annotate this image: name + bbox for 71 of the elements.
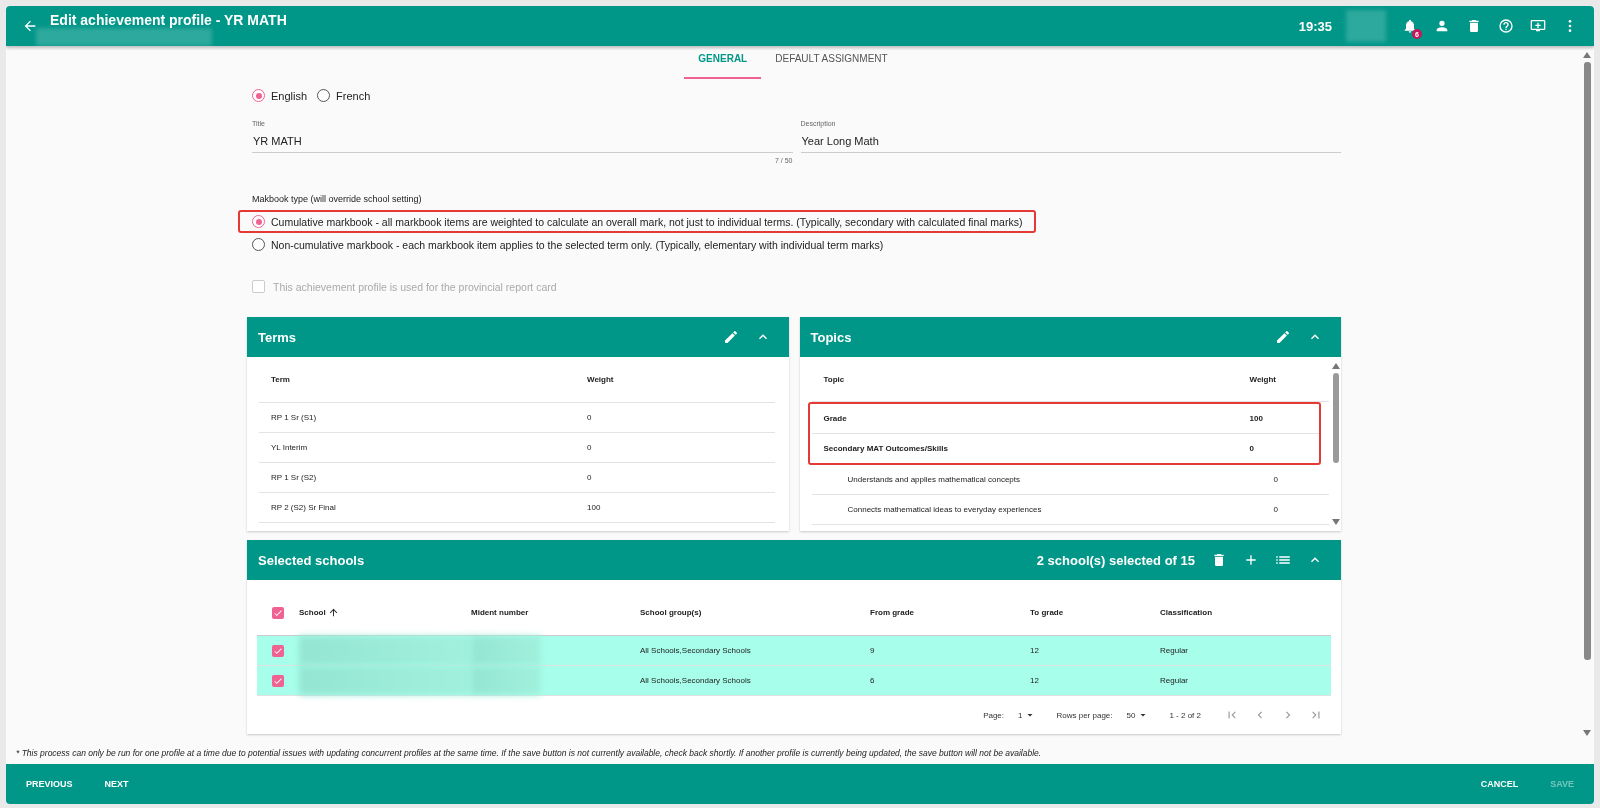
trash-icon xyxy=(1466,18,1482,34)
table-cell-text: 100 xyxy=(587,503,602,512)
table-cell-text: 12 xyxy=(1030,676,1040,685)
column-header: Weight xyxy=(1249,374,1277,384)
help-icon xyxy=(1498,18,1514,34)
row-checkbox[interactable] xyxy=(272,644,284,657)
table-cell-text: Regular xyxy=(1160,646,1189,655)
footer-button[interactable]: NEXT xyxy=(88,771,145,797)
footer-button[interactable]: CANCEL xyxy=(1464,771,1535,797)
page-label: Page: xyxy=(983,710,1005,720)
trash-icon xyxy=(1211,552,1227,568)
column-header: Term xyxy=(270,375,291,384)
table-cell-text: 100 xyxy=(1249,414,1264,423)
table-cell-text: RP 1 Sr (S2) xyxy=(270,473,318,482)
pencil-icon xyxy=(722,329,739,345)
rows-per-page-label: Rows per page: xyxy=(1056,710,1113,720)
pencil-icon xyxy=(1275,329,1291,345)
footer-button[interactable]: PREVIOUS xyxy=(10,771,89,797)
panel-title: Topics xyxy=(810,329,853,345)
column-header: Topic xyxy=(822,374,846,384)
column-header: Weight xyxy=(587,375,615,384)
back-arrow-icon xyxy=(22,18,38,34)
select-all-checkbox[interactable] xyxy=(272,606,284,619)
footnote: * This process can only be run for one profile at a time due to potential issues with updating concurrent profiles at the same time. If the save button is not currently available, check back shortly. If another profile is currently being updated, the save button will not be available. xyxy=(15,747,1043,760)
table-cell-text: Secondary MAT Outcomes/Skills xyxy=(822,444,949,453)
table-cell-text: All Schools,Secondary Schools xyxy=(640,646,752,655)
tab[interactable]: GENERAL xyxy=(684,46,762,79)
table-cell-text: 0 xyxy=(587,443,593,452)
text-field[interactable]: Year Long Math xyxy=(800,127,1341,153)
section-label: Makbook type (will override school setting) xyxy=(252,194,423,204)
table-cell-text: Grade xyxy=(822,414,848,423)
table-cell-text: 0 xyxy=(1273,505,1279,514)
column-header: From grade xyxy=(870,608,915,617)
table-cell-text: 6 xyxy=(870,676,876,685)
table-cell-text: RP 2 (S2) Sr Final xyxy=(270,503,337,512)
monitor-plus-icon xyxy=(1530,18,1546,34)
text-field[interactable]: YR MATH xyxy=(252,127,793,153)
page-select[interactable]: 1 xyxy=(1010,709,1051,721)
window-title: Edit achievement profile - YR MATH xyxy=(50,12,287,28)
column-header: School xyxy=(299,608,326,617)
table-cell-text: RP 1 Sr (S1) xyxy=(270,413,318,422)
plus-icon xyxy=(1243,552,1259,568)
redacted-area xyxy=(1346,10,1386,42)
table-cell-text: 0 xyxy=(587,413,593,422)
table-cell-text: All Schools,Secondary Schools xyxy=(640,676,752,685)
column-header: Mident number xyxy=(471,608,530,617)
row-checkbox[interactable] xyxy=(272,674,284,687)
table-cell-text: YL Interim xyxy=(270,443,309,452)
tab[interactable]: DEFAULT ASSIGNMENT xyxy=(761,46,902,79)
column-header: School group(s) xyxy=(640,608,703,617)
table-cell-text: 0 xyxy=(1273,475,1279,484)
table-cell-text: Regular xyxy=(1160,676,1189,685)
person-icon xyxy=(1434,18,1450,34)
panel-title: Terms xyxy=(258,329,298,345)
table-cell-text: 0 xyxy=(1249,444,1255,453)
selection-summary: 2 school(s) selected of 15 xyxy=(1036,552,1195,568)
column-header: Classification xyxy=(1160,608,1213,617)
table-cell-text: 0 xyxy=(587,473,593,482)
table-cell-text: Connects mathematical ideas to everyday experiences xyxy=(846,505,1043,514)
page-range: 1 - 2 of 2 xyxy=(1169,710,1201,720)
radio-option[interactable]: English xyxy=(252,89,308,102)
radio-option[interactable]: Non-cumulative markbook - each markbook item applies to the selected term only. (Typically, elementary with individual term marks) xyxy=(252,238,884,251)
column-header: To grade xyxy=(1030,608,1065,617)
clock-time: 19:35 xyxy=(1298,18,1332,34)
table-cell-text: Understands and applies mathematical concepts xyxy=(846,475,1022,484)
radio-option[interactable]: French xyxy=(317,89,371,102)
panel-title: Selected schools xyxy=(258,552,366,568)
rows-per-page-select[interactable]: 50 xyxy=(1118,709,1164,721)
sort-arrow-icon xyxy=(327,607,339,618)
table-cell-text: 12 xyxy=(1030,646,1040,655)
table-cell-text: 9 xyxy=(870,646,876,655)
